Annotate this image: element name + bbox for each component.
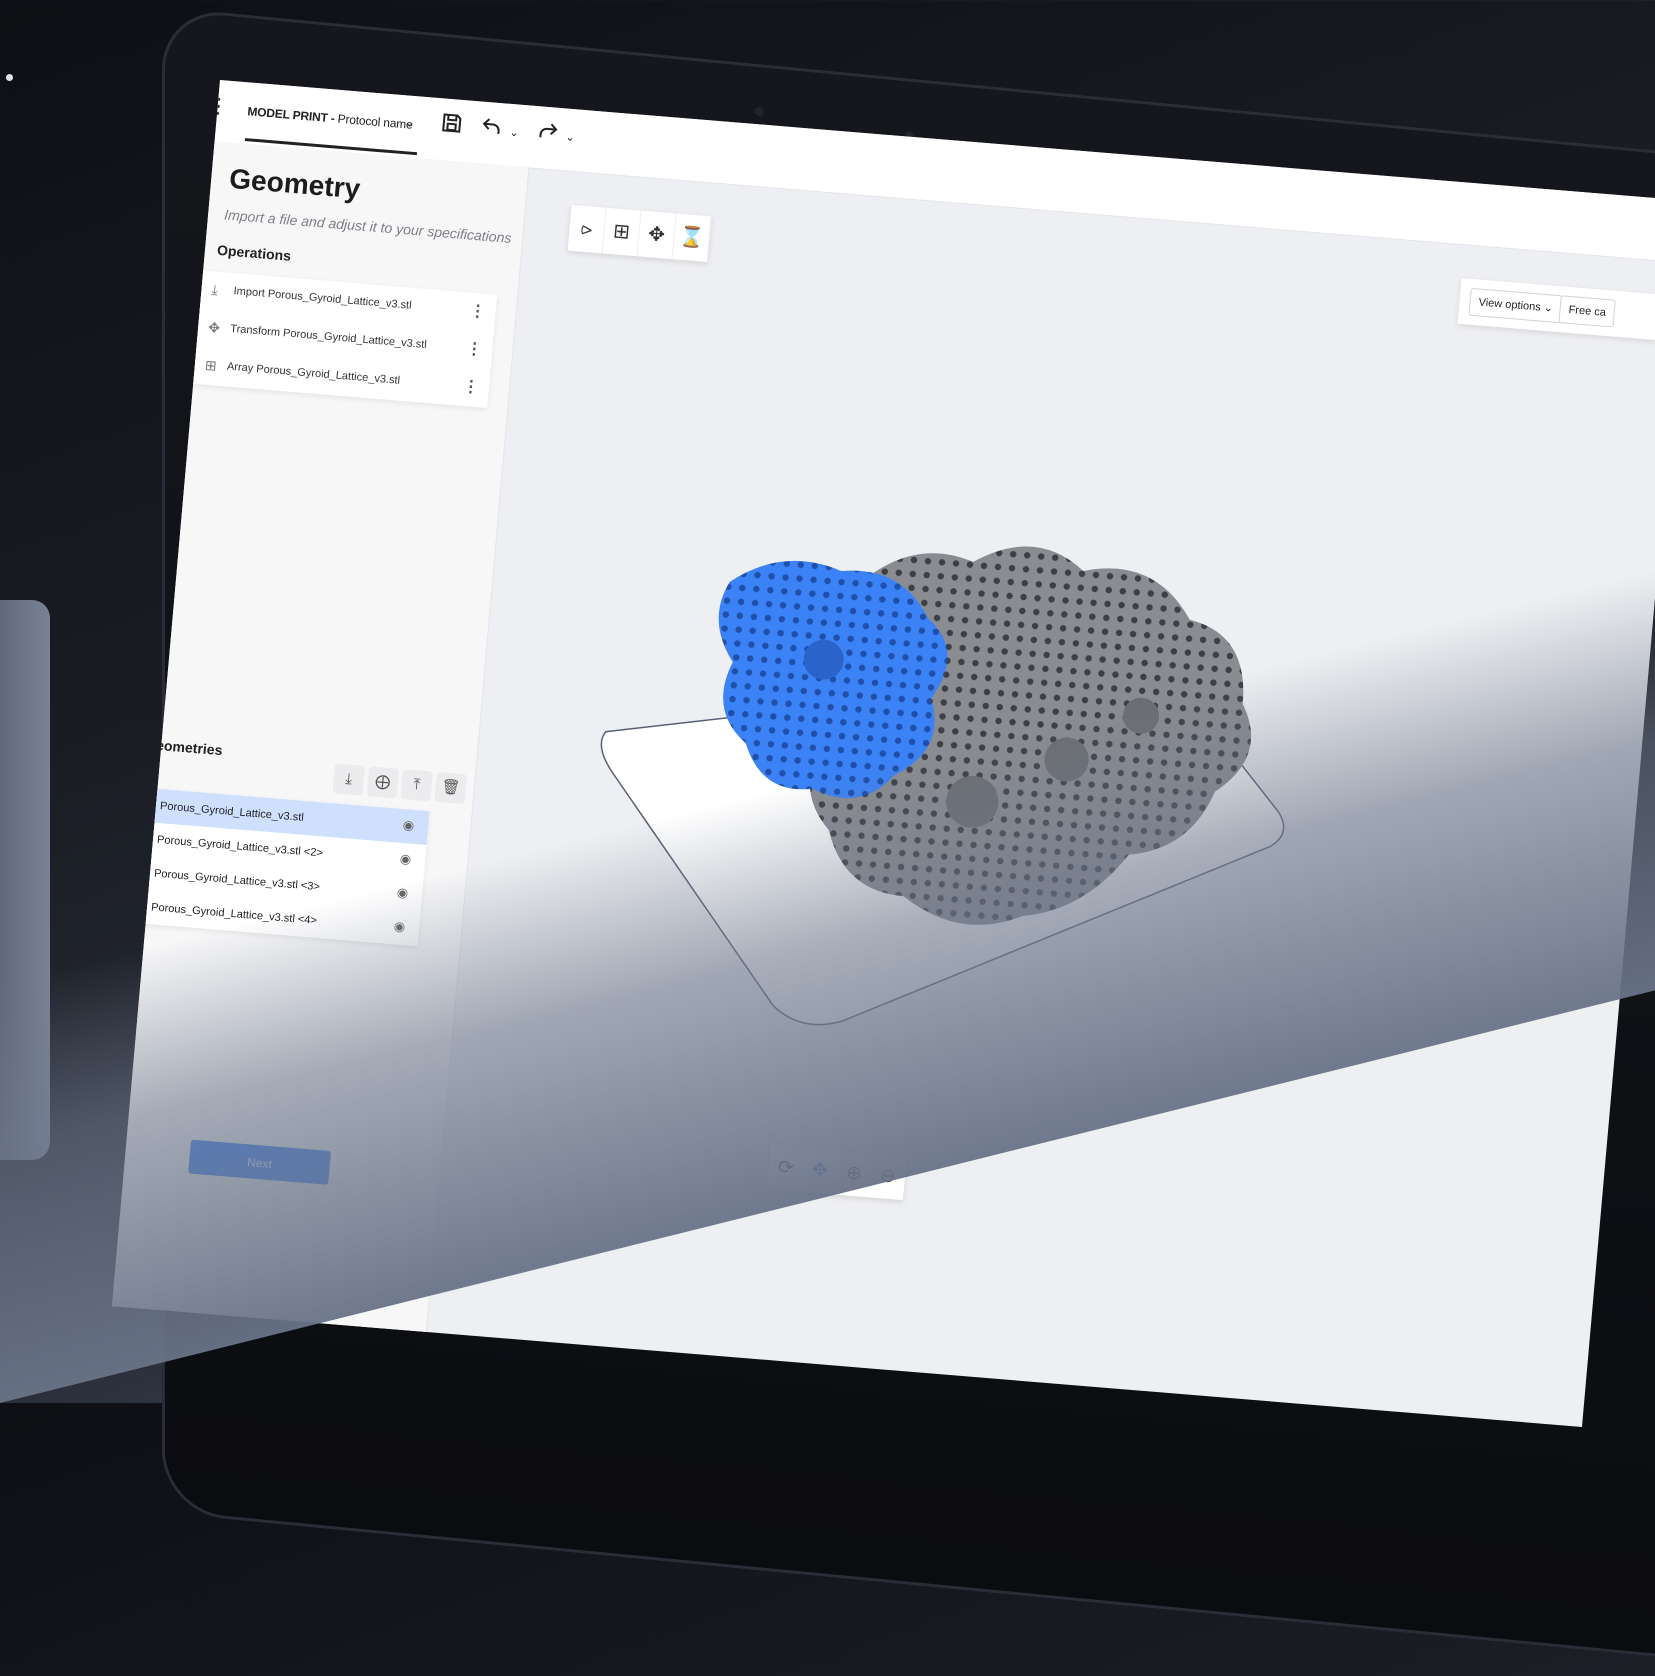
view-options-bar: View options ⌄ Free ca bbox=[1457, 278, 1655, 341]
more-icon[interactable]: ⋮ bbox=[469, 301, 487, 322]
camera-dot bbox=[755, 106, 764, 117]
operation-label: Transform Porous_Gyroid_Lattice_v3.stl bbox=[229, 322, 428, 351]
eye-icon[interactable]: ◉ bbox=[402, 817, 415, 834]
operations-heading: Operations bbox=[216, 241, 292, 264]
save-icon[interactable] bbox=[438, 110, 465, 143]
cube-icon: ⬡ bbox=[133, 863, 148, 880]
move-icon[interactable]: ✥ bbox=[637, 210, 677, 260]
cube-icon: ⬡ bbox=[130, 896, 145, 914]
redo-chevron-icon[interactable]: ⌄ bbox=[565, 130, 575, 144]
zoom-out-icon[interactable]: ⊖ bbox=[869, 1154, 907, 1200]
geometries-heading: Geometries bbox=[144, 735, 224, 759]
background-dot bbox=[6, 74, 13, 81]
3d-viewport[interactable] bbox=[570, 473, 1379, 1091]
more-icon[interactable]: ⋮ bbox=[465, 338, 483, 359]
view-options-dropdown[interactable]: View options ⌄ bbox=[1468, 287, 1564, 324]
eye-icon[interactable]: ◉ bbox=[396, 885, 409, 902]
page-title: Geometry bbox=[228, 162, 362, 205]
array-icon[interactable]: ⊞ bbox=[602, 207, 642, 257]
undo-icon[interactable] bbox=[478, 113, 505, 146]
app-screen: MODEL PRINT - Protocol name ⌄ ⌄ ⌄ ◯ ⬡ ☰ … bbox=[111, 80, 1655, 1427]
undo-chevron-icon[interactable]: ⌄ bbox=[509, 126, 519, 140]
next-button[interactable]: Next bbox=[188, 1139, 332, 1185]
eye-icon[interactable]: ◉ bbox=[399, 851, 412, 868]
add-geometry-icon[interactable]: ⨁ bbox=[366, 766, 400, 799]
camera-mode-dropdown[interactable]: Free ca bbox=[1558, 295, 1617, 328]
protocol-prefix: MODEL PRINT - bbox=[246, 104, 339, 126]
import-geometry-icon[interactable]: ⤓ bbox=[332, 763, 366, 796]
operation-label: Array Porous_Gyroid_Lattice_v3.stl bbox=[226, 360, 401, 387]
camera-mode-label: Free ca bbox=[1568, 303, 1607, 319]
cube-icon: ⬡ bbox=[139, 795, 154, 813]
chevron-down-icon[interactable]: ⌄ bbox=[403, 113, 416, 131]
rotate-icon[interactable]: ⟳ bbox=[767, 1145, 805, 1191]
geometry-label: Porous_Gyroid_Lattice_v3.stl <2> bbox=[156, 833, 324, 860]
move-icon: ✥ bbox=[207, 319, 221, 336]
geometry-label: Porous_Gyroid_Lattice_v3.stl <3> bbox=[153, 867, 321, 894]
geometry-label: Porous_Gyroid_Lattice_v3.stl bbox=[159, 800, 305, 824]
operations-list: ⤓ Import Porous_Gyroid_Lattice_v3.stl ⋮ … bbox=[191, 270, 498, 408]
active-step-indicator bbox=[149, 180, 156, 221]
measure-icon[interactable]: ⌛ bbox=[672, 213, 712, 263]
pan-icon[interactable]: ✥ bbox=[801, 1148, 839, 1194]
array-icon: ⊞ bbox=[204, 356, 218, 374]
import-icon: ⤓ bbox=[210, 281, 219, 298]
view-options-label: View options bbox=[1478, 296, 1542, 314]
share-icon[interactable]: ⪧ bbox=[567, 204, 607, 254]
laptop-edge bbox=[0, 600, 50, 1160]
redo-icon[interactable] bbox=[534, 118, 561, 151]
trash-icon[interactable]: 🗑 bbox=[434, 771, 468, 805]
viewport-toolbar: ⪧ ⊞ ✥ ⌛ bbox=[567, 204, 712, 263]
page-subtitle: Import a file and adjust it to your spec… bbox=[223, 206, 513, 246]
geometries-list: ⬡ Porous_Gyroid_Lattice_v3.stl ◉ ⬡ Porou… bbox=[117, 786, 430, 947]
zoom-in-icon[interactable]: ⊕ bbox=[835, 1151, 873, 1197]
more-icon[interactable]: ⋮ bbox=[462, 376, 480, 397]
operation-label: Import Porous_Gyroid_Lattice_v3.stl bbox=[233, 285, 413, 312]
camera-toolbar: ⟳ ✥ ⊕ ⊖ bbox=[766, 1145, 907, 1201]
eye-icon[interactable]: ◉ bbox=[393, 918, 406, 935]
geometries-toolbar: ⤓ ⨁ ⤒ 🗑 bbox=[332, 763, 471, 805]
cube-icon: ⬡ bbox=[136, 829, 151, 847]
protocol-label: MODEL PRINT - Protocol name bbox=[247, 104, 413, 131]
export-icon[interactable]: ⤒ bbox=[400, 769, 434, 802]
geometry-label: Porous_Gyroid_Lattice_v3.stl <4> bbox=[150, 901, 318, 927]
protocol-name: Protocol name bbox=[337, 111, 414, 132]
